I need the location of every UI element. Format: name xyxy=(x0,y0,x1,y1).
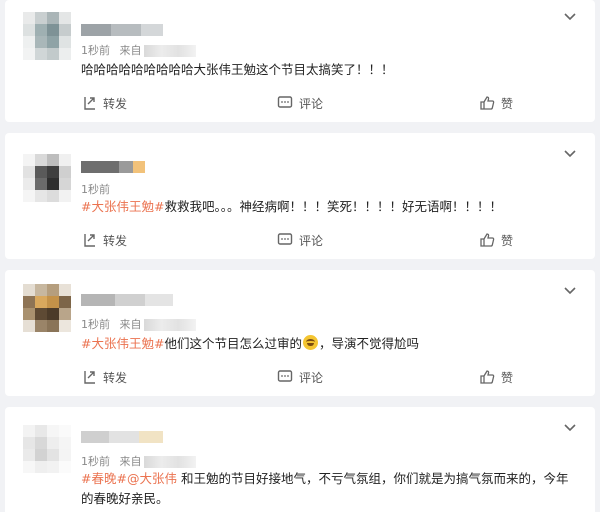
like-label: 赞 xyxy=(501,96,514,111)
avatar[interactable] xyxy=(23,12,71,60)
comment-body-cont: ，导演不觉得尬吗 xyxy=(318,336,419,351)
comment-body: 他们这个节目怎么过审的 xyxy=(164,336,302,351)
repost-button[interactable]: 转发 xyxy=(81,229,127,251)
comment-card: 1秒前 来自 #大张伟王勉#他们这个节目怎么过审的 ，导演不觉得尬吗 转发 评论 … xyxy=(5,270,595,396)
thumbs-up-icon xyxy=(480,96,495,110)
avatar[interactable] xyxy=(23,154,71,202)
chevron-down-icon[interactable] xyxy=(563,12,577,22)
repost-label: 转发 xyxy=(103,370,128,385)
timestamp: 1秒前 xyxy=(81,183,110,196)
mention-link[interactable]: @大张伟 xyxy=(127,471,177,486)
comment-meta: 1秒前 来自 xyxy=(81,316,196,332)
repost-button[interactable]: 转发 xyxy=(81,366,127,388)
source-blurred xyxy=(143,319,196,331)
chevron-down-icon[interactable] xyxy=(563,149,577,159)
action-bar: 转发 评论 赞 xyxy=(75,229,595,251)
timestamp: 1秒前 xyxy=(81,44,110,57)
timestamp: 1秒前 xyxy=(81,455,110,468)
comment-card: 1秒前 来自 #春晚#@大张伟 和王勉的节目好接地气，不亏气氛组，你们就是为搞气… xyxy=(5,407,595,512)
repost-icon xyxy=(84,234,95,247)
repost-icon xyxy=(84,371,95,384)
comment-card: 1秒前 来自 哈哈哈哈哈哈哈哈哈大张伟王勉这个节目太搞笑了！！！ 转发 评论 赞 xyxy=(5,0,595,122)
comment-icon xyxy=(277,370,293,382)
comment-meta: 1秒前 来自 xyxy=(81,453,196,469)
timestamp: 1秒前 xyxy=(81,318,110,331)
action-bar: 转发 评论 赞 xyxy=(75,92,595,114)
chevron-down-icon[interactable] xyxy=(563,423,577,433)
comment-meta: 1秒前 来自 xyxy=(81,42,196,58)
comment-button[interactable]: 评论 xyxy=(277,229,323,251)
username-blurred[interactable] xyxy=(81,24,163,36)
comment-label: 评论 xyxy=(299,370,324,385)
source-label: 来自 xyxy=(119,318,142,331)
repost-icon xyxy=(84,97,95,110)
comment-text: #大张伟王勉#救救我吧。。。神经病啊！！！笑死！！！！好无语啊！！！！ xyxy=(81,197,581,217)
comment-label: 评论 xyxy=(299,96,324,111)
comment-button[interactable]: 评论 xyxy=(277,366,323,388)
like-button[interactable]: 赞 xyxy=(479,366,513,388)
like-button[interactable]: 赞 xyxy=(479,92,513,114)
source-label: 来自 xyxy=(119,455,142,468)
comment-icon xyxy=(277,233,293,245)
repost-label: 转发 xyxy=(103,96,128,111)
username-blurred[interactable] xyxy=(81,294,173,306)
comment-card: 1秒前 #大张伟王勉#救救我吧。。。神经病啊！！！笑死！！！！好无语啊！！！！ … xyxy=(5,133,595,259)
chevron-down-icon[interactable] xyxy=(563,286,577,296)
hashtag-link[interactable]: #大张伟王勉# xyxy=(81,336,164,351)
repost-button[interactable]: 转发 xyxy=(81,92,127,114)
comment-button[interactable]: 评论 xyxy=(277,92,323,114)
action-bar: 转发 评论 赞 xyxy=(75,366,595,388)
avatar[interactable] xyxy=(23,425,71,473)
avatar[interactable] xyxy=(23,284,71,332)
hashtag-link[interactable]: #春晚# xyxy=(81,471,127,486)
hashtag-link[interactable]: #大张伟王勉# xyxy=(81,199,164,214)
thumbs-up-icon xyxy=(480,370,495,384)
comment-icon xyxy=(277,96,293,108)
laughing-crying-emoji-icon xyxy=(302,335,318,350)
comment-body: 和王勉的节目好接地气，不亏气氛组，你们就是为搞气氛而来的，今年 xyxy=(176,471,569,486)
username-blurred[interactable] xyxy=(81,431,163,443)
comment-body-cont: 的春晚好亲民。 xyxy=(81,491,169,506)
comment-meta: 1秒前 xyxy=(81,181,110,197)
comment-text: #春晚#@大张伟 和王勉的节目好接地气，不亏气氛组，你们就是为搞气氛而来的，今年… xyxy=(81,469,581,509)
source-blurred xyxy=(143,456,196,468)
like-button[interactable]: 赞 xyxy=(479,229,513,251)
comment-text: 哈哈哈哈哈哈哈哈哈大张伟王勉这个节目太搞笑了！！！ xyxy=(81,62,394,77)
source-blurred xyxy=(143,45,196,57)
comment-label: 评论 xyxy=(299,233,324,248)
repost-label: 转发 xyxy=(103,233,128,248)
comment-body: 救救我吧。。。神经病啊！！！笑死！！！！好无语啊！！！！ xyxy=(164,199,502,214)
source-label: 来自 xyxy=(119,44,142,57)
like-label: 赞 xyxy=(501,370,514,385)
like-label: 赞 xyxy=(501,233,514,248)
thumbs-up-icon xyxy=(480,233,495,247)
comment-text: #大张伟王勉#他们这个节目怎么过审的 ，导演不觉得尬吗 xyxy=(81,334,581,354)
username-blurred[interactable] xyxy=(81,161,145,173)
